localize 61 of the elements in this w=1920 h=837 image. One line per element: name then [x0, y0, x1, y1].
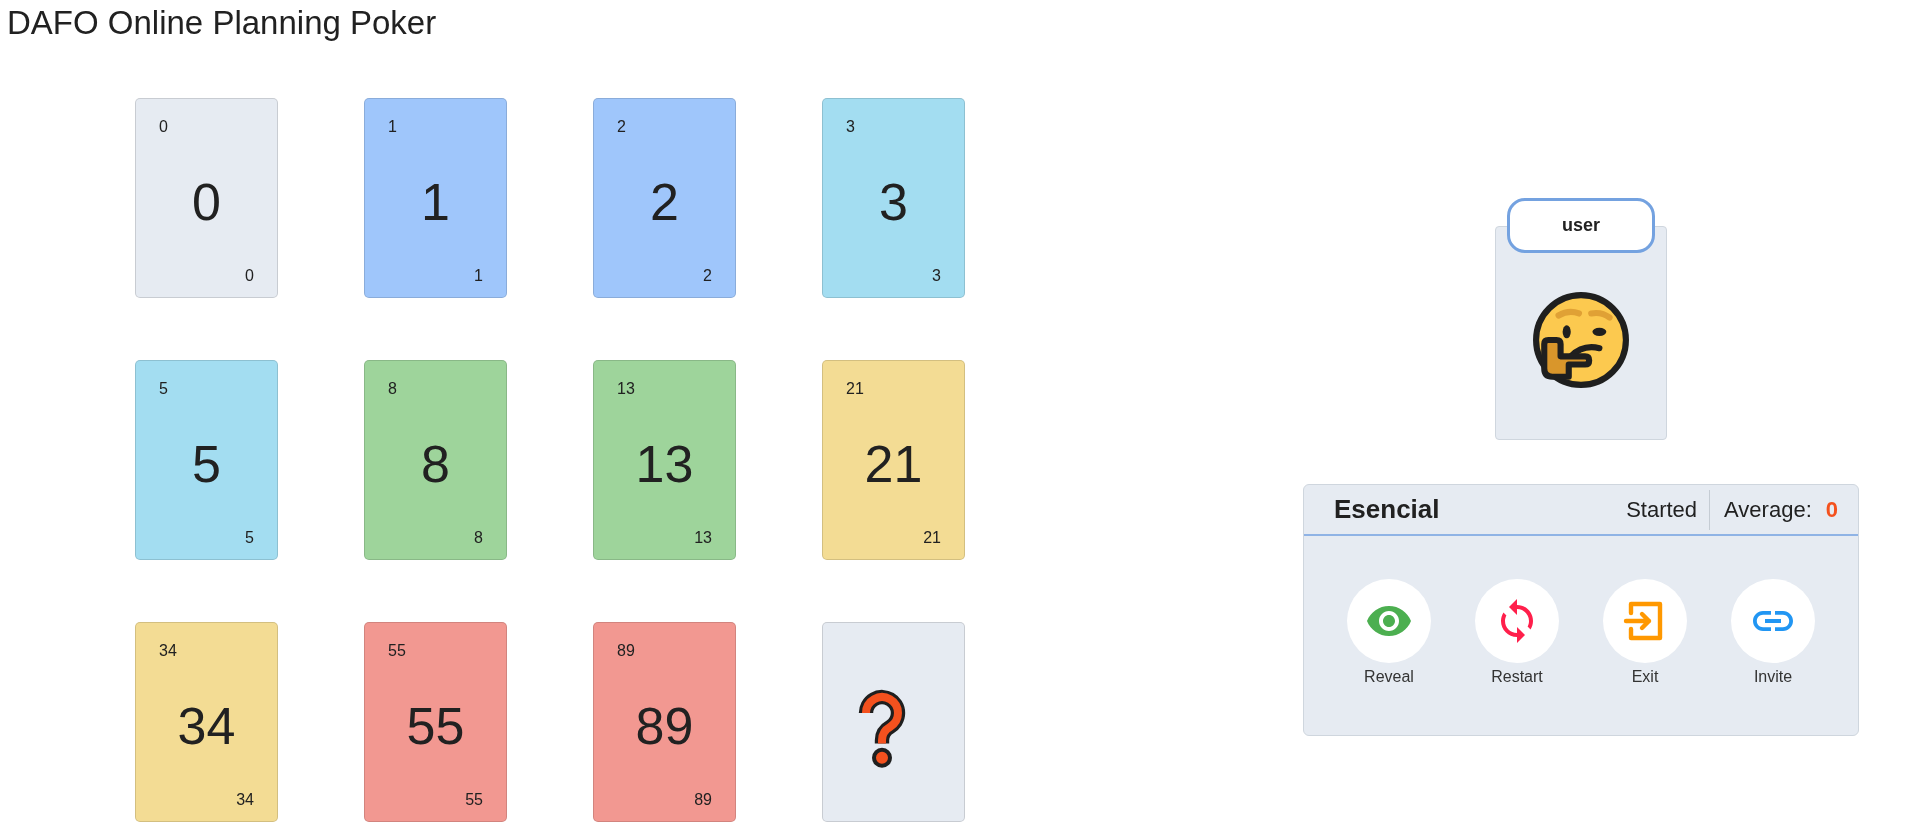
poker-card[interactable]: 8 8 8 [364, 360, 507, 560]
poker-card[interactable]: 55 55 55 [364, 622, 507, 822]
card-corner-value: 21 [923, 528, 941, 548]
card-corner-value: 1 [474, 266, 483, 286]
card-corner-value: 89 [694, 790, 712, 810]
poker-card[interactable]: 13 13 13 [593, 360, 736, 560]
card-corner-value: 1 [388, 117, 397, 137]
card-corner-value: 21 [846, 379, 864, 399]
card-corner-value: 89 [617, 641, 635, 661]
card-corner-value: 55 [465, 790, 483, 810]
card-corner-value: 8 [388, 379, 397, 399]
invite-button[interactable]: Invite [1731, 579, 1815, 687]
card-value: 34 [177, 695, 236, 756]
card-value: 5 [192, 433, 221, 494]
card-value: 3 [879, 171, 908, 232]
arrow-into-box-icon [1603, 579, 1687, 663]
poker-card[interactable]: 5 5 5 [135, 360, 278, 560]
poker-card[interactable]: 21 21 21 [822, 360, 965, 560]
card-corner-value: 0 [159, 117, 168, 137]
card-value: 2 [650, 171, 679, 232]
card-corner-value: 3 [846, 117, 855, 137]
card-corner-value: 0 [245, 266, 254, 286]
refresh-icon [1475, 579, 1559, 663]
card-value: 89 [635, 695, 694, 756]
eye-icon [1347, 579, 1431, 663]
card-value: 21 [864, 433, 923, 494]
poker-card[interactable] [822, 622, 965, 822]
card-corner-value: 2 [617, 117, 626, 137]
session-name: Esencial [1334, 494, 1440, 525]
card-corner-value: 8 [474, 528, 483, 548]
poker-card[interactable]: 3 3 3 [822, 98, 965, 298]
card-corner-value: 5 [159, 379, 168, 399]
average-value: 0 [1825, 496, 1838, 523]
card-corner-value: 3 [932, 266, 941, 286]
session-status: Started [1626, 496, 1698, 523]
poker-card[interactable]: 34 34 34 [135, 622, 278, 822]
exit-button[interactable]: Exit [1603, 579, 1687, 687]
card-corner-value: 55 [388, 641, 406, 661]
card-value: 1 [421, 171, 450, 232]
card-value: 55 [406, 695, 465, 756]
card-corner-value: 2 [703, 266, 712, 286]
reveal-button[interactable]: Reveal [1347, 579, 1431, 687]
card-corner-value: 13 [617, 379, 635, 399]
card-corner-value: 5 [245, 528, 254, 548]
card-value: 13 [635, 433, 694, 494]
poker-card[interactable]: 1 1 1 [364, 98, 507, 298]
poker-card[interactable]: 2 2 2 [593, 98, 736, 298]
card-corner-value: 34 [159, 641, 177, 661]
card-corner-value: 34 [236, 790, 254, 810]
page-title: DAFO Online Planning Poker [7, 4, 437, 42]
link-icon [1731, 579, 1815, 663]
card-corner-value: 13 [694, 528, 712, 548]
restart-button[interactable]: Restart [1475, 579, 1559, 687]
player-name: user [1507, 198, 1655, 253]
card-value: 0 [192, 171, 221, 232]
poker-card[interactable]: 89 89 89 [593, 622, 736, 822]
card-value: 8 [421, 433, 450, 494]
poker-card[interactable]: 0 0 0 [135, 98, 278, 298]
question-mark-icon [857, 688, 906, 769]
average-label: Average: [1724, 496, 1812, 523]
thinking-face-icon [1532, 291, 1630, 389]
